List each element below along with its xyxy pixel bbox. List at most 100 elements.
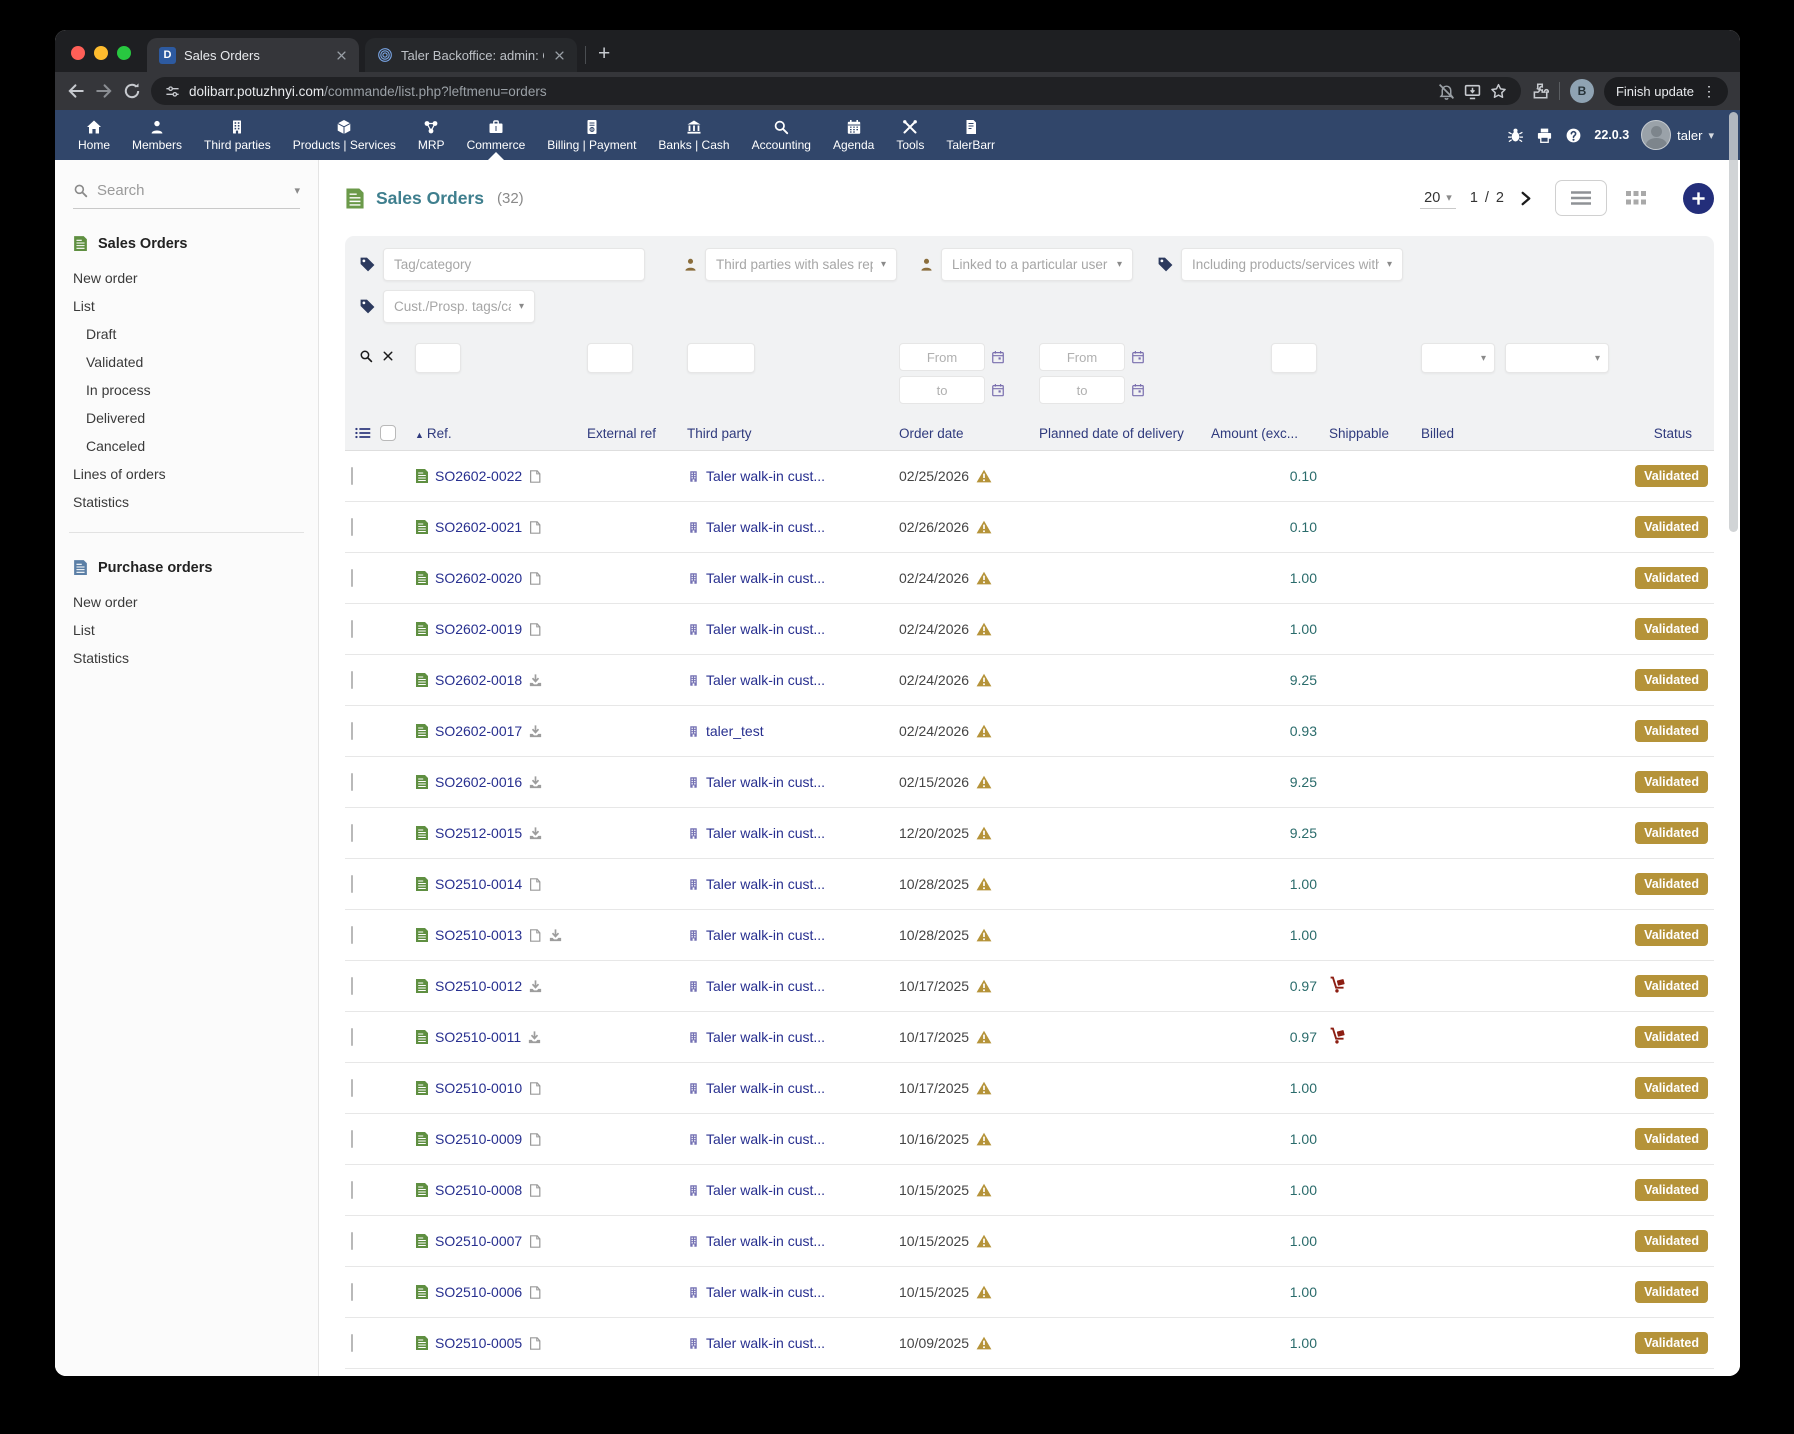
order-ref-link[interactable]: SO2510-0011 [435,1029,521,1045]
third-party-link[interactable]: Taler walk-in cust... [706,1080,825,1096]
amount-value[interactable]: 9.25 [1290,774,1317,790]
amount-value[interactable]: 1.00 [1290,1284,1317,1300]
amount-value[interactable]: 0.10 [1290,468,1317,484]
amount-value[interactable]: 1.00 [1290,1233,1317,1249]
calendar-icon[interactable] [991,383,1005,397]
row-checkbox[interactable] [351,518,353,536]
sidebar-item-statistics[interactable]: Statistics [73,644,300,672]
kanban-view-icon[interactable] [1625,190,1647,206]
tab-taler-backoffice[interactable]: Taler Backoffice: admin: Orde [365,38,577,72]
menu-accounting[interactable]: Accounting [741,110,822,160]
apply-search-icon[interactable] [359,349,373,363]
billed-filter-select[interactable]: ▾ [1421,343,1495,373]
order-ref-link[interactable]: SO2510-0006 [435,1284,522,1300]
download-document-icon[interactable] [548,928,563,943]
third-party-filter-input[interactable] [687,343,755,373]
calendar-icon[interactable] [1131,350,1145,364]
amount-value[interactable]: 9.25 [1290,825,1317,841]
notifications-blocked-icon[interactable] [1438,83,1455,100]
note-icon[interactable] [528,520,542,535]
amount-value[interactable]: 0.93 [1290,723,1317,739]
third-party-link[interactable]: Taler walk-in cust... [706,621,825,637]
order-ref-link[interactable]: SO2602-0019 [435,621,522,637]
third-party-link[interactable]: Taler walk-in cust... [706,1182,825,1198]
order-ref-link[interactable]: SO2510-0010 [435,1080,522,1096]
header-amount[interactable]: Amount (exc... [1205,418,1323,451]
download-document-icon[interactable] [528,724,543,739]
header-planned-delivery[interactable]: Planned date of delivery [1033,418,1205,451]
finish-update-button[interactable]: Finish update ⋮ [1604,77,1728,106]
order-ref-link[interactable]: SO2510-0009 [435,1131,522,1147]
note-icon[interactable] [528,1336,542,1351]
extensions-icon[interactable] [1531,82,1549,100]
sidebar-item-in-process[interactable]: In process [73,376,300,404]
sidebar-item-draft[interactable]: Draft [73,320,300,348]
minimize-window-button[interactable] [94,46,108,60]
row-checkbox[interactable] [351,926,353,944]
third-party-link[interactable]: Taler walk-in cust... [706,774,825,790]
order-ref-link[interactable]: SO2602-0016 [435,774,522,790]
menu-tools[interactable]: Tools [885,110,935,160]
sales-rep-select[interactable]: Third parties with sales rep... ▾ [705,248,897,281]
row-checkbox[interactable] [351,875,353,893]
products-select[interactable]: Including products/services with... ▾ [1181,248,1403,281]
amount-value[interactable]: 0.97 [1290,1029,1317,1045]
sidebar-item-list[interactable]: List [73,292,300,320]
header-status[interactable]: Status [1499,418,1714,451]
window-controls[interactable] [55,46,147,72]
row-checkbox[interactable] [351,977,353,995]
third-party-link[interactable]: Taler walk-in cust... [706,1029,825,1045]
sidebar-section-purchase-orders[interactable]: Purchase orders [73,559,300,576]
order-ref-link[interactable]: SO2510-0005 [435,1335,522,1351]
linked-user-select[interactable]: Linked to a particular user ... ▾ [941,248,1133,281]
third-party-link[interactable]: Taler walk-in cust... [706,1284,825,1300]
sidebar-item-list[interactable]: List [73,616,300,644]
third-party-link[interactable]: Taler walk-in cust... [706,519,825,535]
menu-agenda[interactable]: Agenda [822,110,885,160]
close-tab-icon[interactable] [552,50,567,61]
menu-billing-payment[interactable]: Billing | Payment [536,110,647,160]
external-ref-filter-input[interactable] [587,343,633,373]
bug-report-icon[interactable] [1507,127,1524,144]
row-checkbox[interactable] [351,1130,353,1148]
print-icon[interactable] [1536,127,1553,144]
cust-tags-select[interactable]: Cust./Prosp. tags/cat... ▾ [383,290,535,323]
note-icon[interactable] [528,928,542,943]
user-menu[interactable]: taler▾ [1641,120,1714,150]
url-bar[interactable]: dolibarr.potuzhnyi.com/commande/list.php… [151,77,1521,105]
amount-value[interactable]: 1.00 [1290,1131,1317,1147]
menu-mrp[interactable]: MRP [407,110,456,160]
menu-members[interactable]: Members [121,110,193,160]
row-checkbox[interactable] [351,620,353,638]
browser-menu-icon[interactable]: ⋮ [1702,83,1716,100]
third-party-link[interactable]: Taler walk-in cust... [706,672,825,688]
row-checkbox[interactable] [351,569,353,587]
row-checkbox[interactable] [351,773,353,791]
amount-value[interactable]: 9.25 [1290,672,1317,688]
page-size-select[interactable]: 20 ▾ [1420,188,1456,209]
delivery-date-to-input[interactable]: to [1039,376,1125,404]
amount-value[interactable]: 0.10 [1290,519,1317,535]
list-view-button[interactable] [1555,180,1607,216]
tag-category-input[interactable] [383,248,645,281]
row-checkbox[interactable] [351,824,353,842]
order-ref-link[interactable]: SO2510-0008 [435,1182,522,1198]
third-party-link[interactable]: Taler walk-in cust... [706,1335,825,1351]
download-document-icon[interactable] [527,1030,542,1045]
note-icon[interactable] [528,469,542,484]
calendar-icon[interactable] [991,350,1005,364]
amount-value[interactable]: 1.00 [1290,876,1317,892]
note-icon[interactable] [528,1132,542,1147]
page-scrollbar[interactable] [1727,110,1740,1376]
third-party-link[interactable]: Taler walk-in cust... [706,825,825,841]
amount-value[interactable]: 1.00 [1290,621,1317,637]
row-checkbox[interactable] [351,1028,353,1046]
note-icon[interactable] [528,1234,542,1249]
download-document-icon[interactable] [528,979,543,994]
header-billed[interactable]: Billed [1415,418,1499,451]
row-checkbox[interactable] [351,722,353,740]
order-ref-link[interactable]: SO2510-0012 [435,978,522,994]
note-icon[interactable] [528,877,542,892]
select-fields-icon[interactable] [355,426,371,440]
install-app-icon[interactable] [1464,83,1481,100]
